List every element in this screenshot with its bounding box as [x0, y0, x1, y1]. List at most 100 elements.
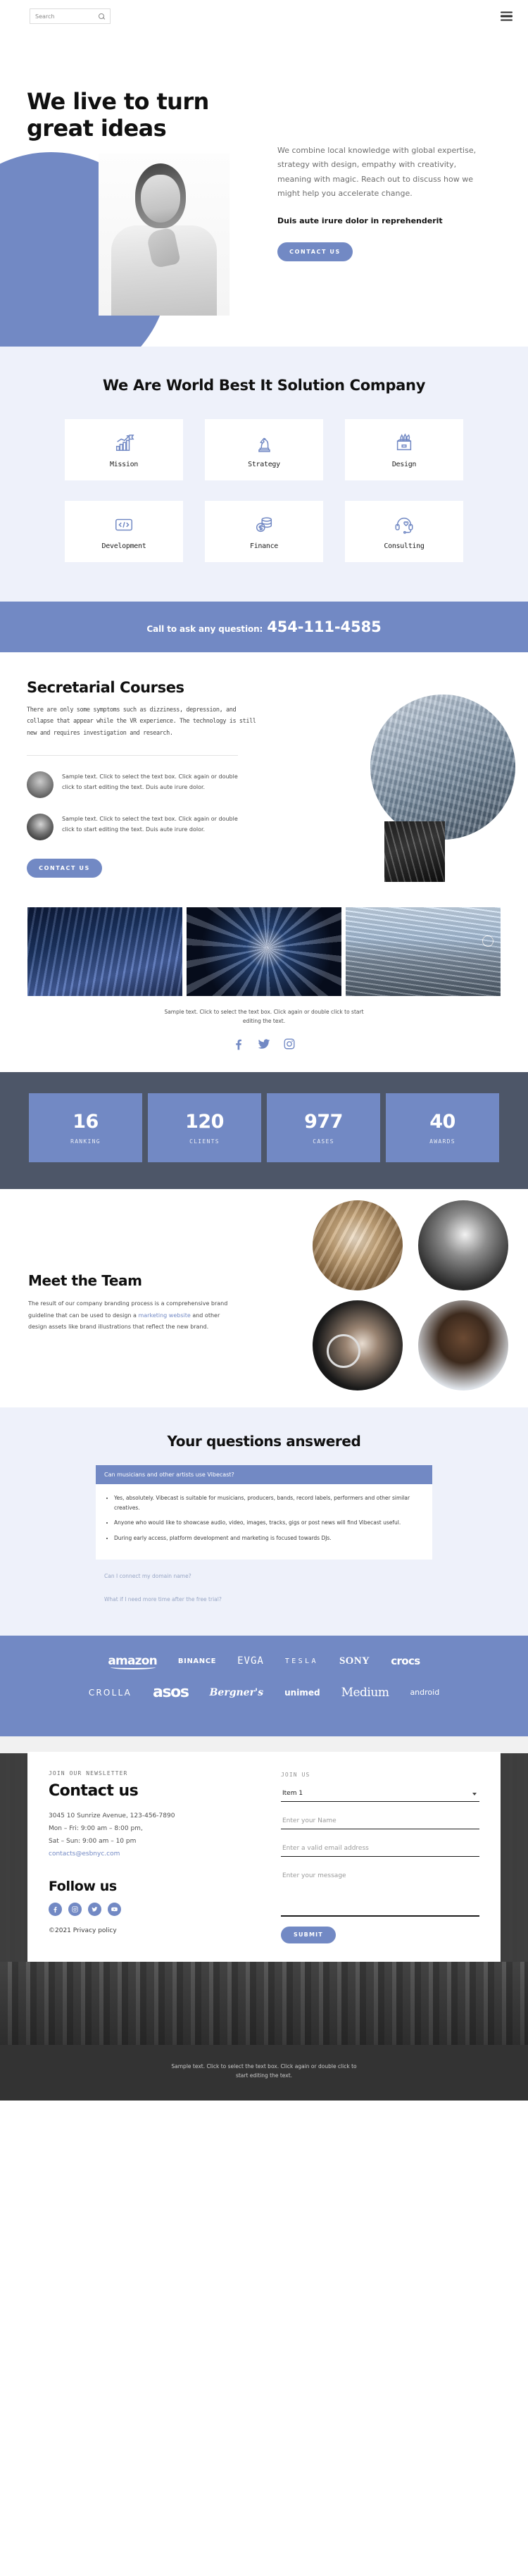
stat-number: 40 — [429, 1111, 455, 1133]
chevron-down-icon — [472, 1793, 477, 1796]
gallery-image-3[interactable] — [346, 907, 501, 996]
brand-logo-evga[interactable]: EVGA — [237, 1655, 264, 1667]
search-input[interactable]: Search — [30, 8, 111, 24]
statistics-grid: 16 RANKING 120 CLIENTS 977 CASES 40 AWAR… — [29, 1093, 499, 1163]
testimonial-text: Sample text. Click to select the text bo… — [62, 815, 238, 833]
instagram-icon[interactable] — [282, 1037, 296, 1051]
footer-contact-info: JOIN OUR NEWSLETTER Contact us 3045 10 S… — [49, 1770, 260, 1943]
brand-logo-medium[interactable]: Medium — [341, 1686, 389, 1700]
team-avatar-2[interactable] — [418, 1200, 508, 1291]
cta-phone-number[interactable]: 454-111-4585 — [267, 618, 381, 635]
facebook-icon[interactable] — [49, 1903, 62, 1917]
twitter-icon[interactable] — [257, 1037, 271, 1051]
submit-button[interactable]: SUBMIT — [281, 1926, 336, 1943]
services-card-grid-row2: Development Finance Consulting — [65, 500, 463, 562]
footer-copyright[interactable]: ©2021 Privacy policy — [49, 1927, 260, 1934]
coins-dollar-icon — [253, 513, 275, 537]
faq-question-collapsed-1[interactable]: Can I connect my domain name? — [96, 1569, 432, 1583]
chess-knight-icon — [253, 431, 275, 455]
brand-logo-android[interactable]: android — [410, 1688, 439, 1697]
join-select[interactable]: Item 1 — [281, 1786, 479, 1803]
stat-caption: CASES — [313, 1138, 334, 1145]
youtube-icon[interactable] — [108, 1903, 121, 1917]
faq-title: Your questions answered — [167, 1433, 361, 1450]
call-to-action-band: Call to ask any question: 454-111-4585 — [0, 601, 528, 652]
service-card-label: Design — [391, 460, 417, 468]
footer-form: JOIN US Item 1 Enter your Name Enter a v… — [281, 1770, 479, 1943]
brand-logo-amazon[interactable]: amazon — [108, 1654, 158, 1670]
facebook-icon[interactable] — [232, 1037, 246, 1051]
hamburger-menu-icon[interactable] — [501, 11, 513, 21]
brand-logo-sony[interactable]: SONY — [339, 1655, 370, 1667]
brand-logo-tesla[interactable]: TESLA — [285, 1657, 318, 1665]
building-square-image — [384, 821, 445, 882]
brand-logo-bergners[interactable]: Bergner's — [210, 1687, 264, 1698]
faq-accordion-open: Can musicians and other artists use Vibe… — [96, 1465, 432, 1560]
brand-logo-binance[interactable]: BINANCE — [178, 1657, 216, 1665]
email-field[interactable]: Enter a valid email address — [281, 1841, 479, 1858]
testimonial-text: Sample text. Click to select the text bo… — [62, 773, 238, 791]
service-card-label: Strategy — [248, 460, 280, 468]
secretarial-courses-section: Secretarial Courses There are only some … — [0, 652, 528, 899]
faq-question-collapsed-2[interactable]: What if I need more time after the free … — [96, 1593, 432, 1606]
gallery-social-links — [0, 1037, 528, 1051]
secretarial-contact-us-button[interactable]: CONTACT US — [27, 858, 102, 878]
footer-social-links — [49, 1903, 260, 1917]
hero-section: We live to turn great ideas We combine l… — [0, 32, 528, 347]
marketing-website-link[interactable]: marketing website — [138, 1312, 190, 1319]
instagram-icon[interactable] — [68, 1903, 82, 1917]
brand-logo-crolla[interactable]: CROLLA — [89, 1688, 132, 1698]
gallery-grid — [27, 907, 501, 996]
message-field-underline — [281, 1915, 479, 1917]
message-field[interactable]: Enter your message — [281, 1869, 479, 1903]
team-avatar-3[interactable] — [313, 1300, 403, 1391]
search-placeholder: Search — [35, 13, 55, 20]
service-card-finance[interactable]: Finance — [205, 500, 323, 562]
hero-contact-us-button[interactable]: CONTACT US — [277, 242, 353, 262]
address-line-1: 3045 10 Sunrize Avenue, 123-456-7890 — [49, 1812, 175, 1820]
skyline-texture — [0, 1961, 528, 2045]
brand-logo-crocs[interactable]: crocs — [391, 1655, 420, 1667]
faq-answer-body: Yes, absolutely. Vibecast is suitable fo… — [96, 1484, 432, 1560]
service-card-label: Finance — [249, 542, 279, 550]
brand-row-2: CROLLA asos Bergner's unimed Medium andr… — [0, 1684, 528, 1701]
footer-form-label: JOIN US — [281, 1772, 310, 1779]
pencil-holder-icon — [394, 431, 415, 455]
code-brackets-icon — [113, 513, 134, 537]
team-avatar-4[interactable] — [418, 1300, 508, 1391]
stat-number: 977 — [304, 1111, 343, 1133]
gallery-caption: Sample text. Click to select the text bo… — [164, 1008, 364, 1024]
team-avatar-1[interactable] — [313, 1200, 403, 1291]
avatar — [27, 813, 54, 840]
page-title: We live to turn great ideas — [27, 88, 209, 142]
burger-bar — [501, 19, 513, 21]
gallery-image-2[interactable] — [187, 907, 341, 996]
footer-card: JOIN OUR NEWSLETTER Contact us 3045 10 S… — [27, 1752, 501, 1962]
service-card-development[interactable]: Development — [65, 500, 183, 562]
gallery-image-1[interactable] — [27, 907, 182, 996]
stat-card-cases: 977 CASES — [267, 1093, 380, 1163]
hero-portrait-image — [99, 154, 230, 316]
twitter-icon[interactable] — [88, 1903, 101, 1917]
building-circle-image — [370, 694, 515, 840]
faq-question-open[interactable]: Can musicians and other artists use Vibe… — [96, 1465, 432, 1485]
service-card-label: Development — [101, 542, 146, 550]
service-card-design[interactable]: Design — [345, 418, 463, 480]
divider — [27, 754, 238, 756]
footer-section: JOIN OUR NEWSLETTER Contact us 3045 10 S… — [0, 1736, 528, 2045]
hero-paragraph: We combine local knowledge with global e… — [277, 146, 477, 199]
name-field[interactable]: Enter your Name — [281, 1814, 479, 1830]
brand-logo-asos[interactable]: asos — [153, 1684, 189, 1701]
service-card-strategy[interactable]: Strategy — [205, 418, 323, 480]
brand-logo-unimed[interactable]: unimed — [284, 1688, 320, 1698]
team-copy: Meet the Team The result of our company … — [28, 1217, 232, 1333]
footer-email-link[interactable]: contacts@esbnyc.com — [49, 1850, 120, 1858]
portrait-face — [141, 175, 180, 223]
cta-text: Call to ask any question: 454-111-4585 — [146, 618, 381, 635]
service-card-mission[interactable]: Mission — [65, 418, 183, 480]
services-title: We Are World Best It Solution Company — [102, 377, 426, 394]
service-card-consulting[interactable]: Consulting — [345, 500, 463, 562]
stat-caption: AWARDS — [429, 1138, 455, 1145]
faq-answer-item: Yes, absolutely. Vibecast is suitable fo… — [114, 1493, 424, 1512]
burger-bar — [501, 11, 513, 13]
